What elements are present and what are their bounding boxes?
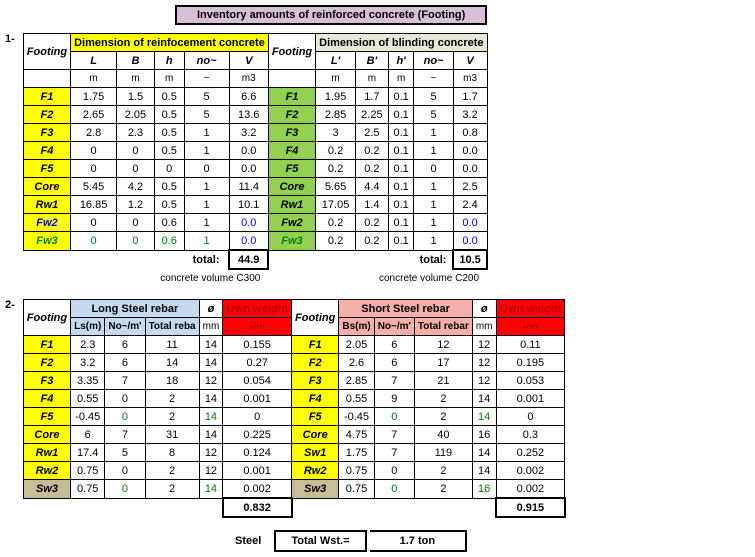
table-row: F500000.0F50.20.20.100.0 [23,160,487,178]
table-rebar: Footing Long Steel rebar ø Own weight Fo… [23,299,566,518]
table-row: F22.652.050.5513.6F22.852.250.153.2 [23,106,487,124]
blind-hdr: Dimension of blinding concrete [316,34,487,52]
table-row: F11.751.50.556.6F11.951.70.151.7 [23,88,487,106]
sum-left: 0.832 [223,498,292,517]
col-hdr: no~ [414,52,453,70]
table-row: Fw2000.610.0Fw20.20.20.110.0 [23,214,487,232]
col-hdr: L' [316,52,356,70]
sum-right: 0.915 [496,498,565,517]
table-dimensions: Footing Dimension of reinfocement concre… [23,33,488,287]
col-hdr: no~ [184,52,229,70]
table-row: F5-0.4502140F5-0.4502140 [23,408,564,426]
table-row: Fw3000.610.0Fw30.20.20.110.0 [23,232,487,251]
long-rebar-hdr: Long Steel rebar [71,300,200,318]
col-hdr: h [154,52,184,70]
total-lbl-l: total: [184,250,229,269]
table-row: Core6731140.225Core4.75740160.3 [23,426,564,444]
col-hdr: V [229,52,268,70]
footing-hdr: Footing [23,34,70,70]
table-row: F23.2614140.27F22.6617120.195 [23,354,564,372]
short-rebar-hdr: Short Steel rebar [339,300,473,318]
table-row: Sw30.7502140.002Sw30.7502160.002 [23,480,564,499]
table-row: F33.35718120.054F32.85721120.053 [23,372,564,390]
table-row: F4000.510.0F40.20.20.110.0 [23,142,487,160]
dia-r: ø [472,300,496,318]
total-wst-lbl: Total Wst.= [274,530,366,552]
reinf-hdr: Dimension of reinfocement concrete [71,34,269,52]
total-left: 44.9 [229,250,268,269]
note-c300: concrete volume C300 [26,271,265,286]
dia-l: ø [199,300,223,318]
table-row: F32.82.30.513.2F332.50.110.8 [23,124,487,142]
footing-hdr-r: Footing [268,34,315,70]
table-row: F40.5502140.001F40.5592140.001 [23,390,564,408]
col-hdr: L [71,52,117,70]
table-row: Core5.454.20.5111.4Core5.654.40.112.5 [23,178,487,196]
footing-hdr2: Footing [23,300,70,336]
own-r: Own weight [496,300,565,318]
table-row: F12.3611140.155F12.05612120.11 [23,336,564,354]
col-hdr: h' [388,52,414,70]
col-hdr: V [453,52,487,70]
col-hdr: B' [355,52,388,70]
own-l: Own weight [223,300,292,318]
total-wst-val: 1.7 ton [370,530,467,552]
steel-lbl: Steel [235,535,271,547]
total-lbl-r: total: [414,250,453,269]
note-c200: concrete volume C200 [271,271,484,286]
col-hdr: B [117,52,155,70]
footing-hdr2r: Footing [292,300,339,336]
table-row: Rw116.851.20.5110.1Rw117.051.40.112.4 [23,196,487,214]
page-title: Inventory amounts of reinforced concrete… [175,5,487,25]
steel-total-row: Steel Total Wst.= 1.7 ton [235,530,750,552]
table-row: Rw117.458120.124Sw11.757119140.252 [23,444,564,462]
table-row: Rw20.7502120.001Rw20.7502140.002 [23,462,564,480]
section-1-num: 1- [5,33,23,45]
section-2-num: 2- [5,299,23,311]
total-right: 10.5 [453,250,487,269]
